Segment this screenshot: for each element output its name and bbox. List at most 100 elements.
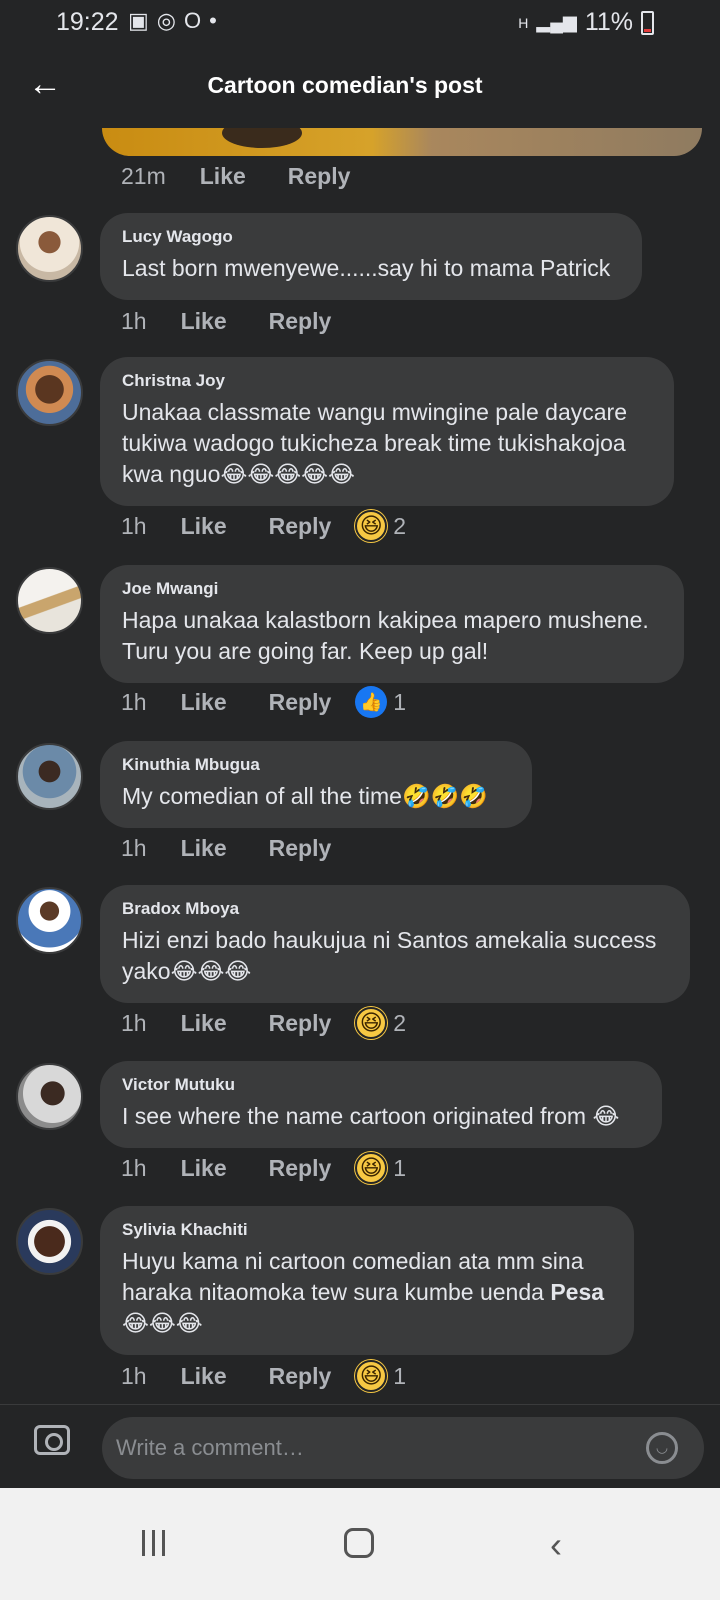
- battery-level: 11%: [584, 8, 633, 36]
- avatar[interactable]: [16, 1063, 83, 1130]
- reaction-count: 1: [393, 688, 407, 715]
- comment-author[interactable]: Christna Joy: [122, 371, 652, 391]
- comment-time: 1h: [121, 1154, 147, 1181]
- reply-button[interactable]: Reply: [269, 308, 332, 335]
- opera-icon: O: [184, 8, 202, 33]
- comment-text: Hizi enzi bado haukujua ni Santos amekal…: [122, 927, 657, 984]
- more-notifications-icon: •: [209, 8, 217, 33]
- avatar[interactable]: [16, 743, 83, 810]
- comment-text-part: 😂😂😂: [122, 1310, 203, 1336]
- gallery-icon: ▣: [128, 8, 149, 33]
- comment-author[interactable]: Victor Mutuku: [122, 1075, 640, 1095]
- comment-text: I see where the name cartoon originated …: [122, 1103, 620, 1129]
- post-header: ← Cartoon comedian's post: [0, 46, 720, 130]
- comment-bubble[interactable]: Bradox Mboya Hizi enzi bado haukujua ni …: [100, 885, 690, 1003]
- comment-time: 1h: [121, 1009, 147, 1036]
- reply-button[interactable]: Reply: [269, 1363, 332, 1390]
- comment-time: 1h: [121, 308, 147, 334]
- comment-meta: 21m Like Reply: [121, 163, 392, 190]
- comment-bubble[interactable]: Lucy Wagogo Last born mwenyewe......say …: [100, 213, 642, 300]
- avatar[interactable]: [16, 1208, 83, 1275]
- reply-button[interactable]: Reply: [269, 689, 332, 716]
- comment-author[interactable]: Kinuthia Mbugua: [122, 755, 510, 775]
- like-button[interactable]: Like: [181, 835, 227, 862]
- page-title: Cartoon comedian's post: [207, 72, 483, 98]
- comment-meta: 1h Like Reply 😆 1: [121, 1360, 406, 1392]
- back-icon[interactable]: ‹: [550, 1524, 562, 1566]
- reply-button[interactable]: Reply: [269, 1010, 332, 1037]
- like-button[interactable]: Like: [181, 1155, 227, 1182]
- reaction-summary[interactable]: 😆 1: [355, 1360, 406, 1392]
- comment-text-bold: Pesa: [550, 1279, 605, 1305]
- status-time: 19:22: [56, 8, 119, 36]
- comment-text: Last born mwenyewe......say hi to mama P…: [122, 255, 611, 281]
- reaction-count: 2: [393, 512, 407, 539]
- battery-icon: [641, 10, 654, 35]
- reply-button[interactable]: Reply: [269, 835, 332, 862]
- camera-icon[interactable]: [34, 1425, 70, 1455]
- comment-text-part: Huyu kama ni cartoon comedian ata mm sin…: [122, 1248, 584, 1305]
- comment-text: Hapa unakaa kalastborn kakipea mapero mu…: [122, 607, 649, 664]
- comment-input[interactable]: [102, 1417, 704, 1479]
- status-right: H ▂▄▆ 11%: [518, 8, 654, 37]
- avatar[interactable]: [16, 359, 83, 426]
- comment-meta: 1h Like Reply 👍 1: [121, 686, 406, 718]
- comment-time: 1h: [121, 835, 147, 861]
- reply-button[interactable]: Reply: [288, 163, 351, 190]
- comment-time: 1h: [121, 1362, 147, 1389]
- reaction-summary[interactable]: 😆 2: [355, 510, 406, 542]
- like-button[interactable]: Like: [181, 689, 227, 716]
- home-icon[interactable]: [344, 1528, 374, 1558]
- comment-composer: ◡: [0, 1404, 720, 1488]
- network-type: H: [518, 14, 529, 31]
- comment-meta: 1h Like Reply: [121, 308, 373, 335]
- reaction-summary[interactable]: 😆 2: [355, 1007, 406, 1039]
- comment-bubble[interactable]: Joe Mwangi Hapa unakaa kalastborn kakipe…: [100, 565, 684, 683]
- like-button[interactable]: Like: [181, 308, 227, 335]
- reply-button[interactable]: Reply: [269, 1155, 332, 1182]
- haha-reaction-icon: 😆: [355, 1360, 388, 1392]
- comment-time: 1h: [121, 512, 147, 539]
- like-reaction-icon: 👍: [355, 686, 388, 718]
- avatar[interactable]: [16, 887, 83, 954]
- reaction-summary[interactable]: 👍 1: [355, 686, 406, 718]
- avatar[interactable]: [16, 215, 83, 282]
- comment-text: Unakaa classmate wangu mwingine pale day…: [122, 399, 628, 487]
- avatar[interactable]: [16, 567, 83, 634]
- like-button[interactable]: Like: [181, 513, 227, 540]
- like-button[interactable]: Like: [181, 1363, 227, 1390]
- comment-author[interactable]: Lucy Wagogo: [122, 227, 620, 247]
- comment-meta: 1h Like Reply 😆 2: [121, 510, 406, 542]
- comment-author[interactable]: Joe Mwangi: [122, 579, 662, 599]
- comment-time: 21m: [121, 163, 166, 189]
- emoji-icon[interactable]: ◡: [646, 1432, 678, 1464]
- notification-icons: ▣ ◎ O •: [128, 8, 217, 34]
- comment-meta: 1h Like Reply 😆 1: [121, 1152, 406, 1184]
- like-button[interactable]: Like: [181, 1010, 227, 1037]
- reaction-count: 2: [393, 1009, 407, 1036]
- haha-reaction-icon: 😆: [355, 510, 388, 542]
- comment-meta: 1h Like Reply: [121, 835, 373, 862]
- comment-text: My comedian of all the time🤣🤣🤣: [122, 783, 488, 809]
- comment-image[interactable]: [102, 128, 702, 156]
- comment-text: Huyu kama ni cartoon comedian ata mm sin…: [122, 1246, 612, 1339]
- signal-icon: ▂▄▆: [536, 12, 577, 32]
- system-nav-bar: ‹: [0, 1488, 720, 1600]
- comment-bubble[interactable]: Sylivia Khachiti Huyu kama ni cartoon co…: [100, 1206, 634, 1355]
- comment-bubble[interactable]: Kinuthia Mbugua My comedian of all the t…: [100, 741, 532, 828]
- haha-reaction-icon: 😆: [355, 1007, 388, 1039]
- comment-author[interactable]: Sylivia Khachiti: [122, 1220, 612, 1240]
- status-bar: 19:22 ▣ ◎ O • H ▂▄▆ 11%: [0, 0, 720, 46]
- comment-bubble[interactable]: Christna Joy Unakaa classmate wangu mwin…: [100, 357, 674, 506]
- comment-time: 1h: [121, 688, 147, 715]
- reply-button[interactable]: Reply: [269, 513, 332, 540]
- comment-bubble[interactable]: Victor Mutuku I see where the name carto…: [100, 1061, 662, 1148]
- reaction-count: 1: [393, 1154, 407, 1181]
- whatsapp-icon: ◎: [156, 8, 176, 33]
- comment-author[interactable]: Bradox Mboya: [122, 899, 668, 919]
- reaction-summary[interactable]: 😆 1: [355, 1152, 406, 1184]
- haha-reaction-icon: 😆: [355, 1152, 388, 1184]
- recents-icon[interactable]: [142, 1530, 170, 1556]
- like-button[interactable]: Like: [200, 163, 246, 190]
- comment-meta: 1h Like Reply 😆 2: [121, 1007, 406, 1039]
